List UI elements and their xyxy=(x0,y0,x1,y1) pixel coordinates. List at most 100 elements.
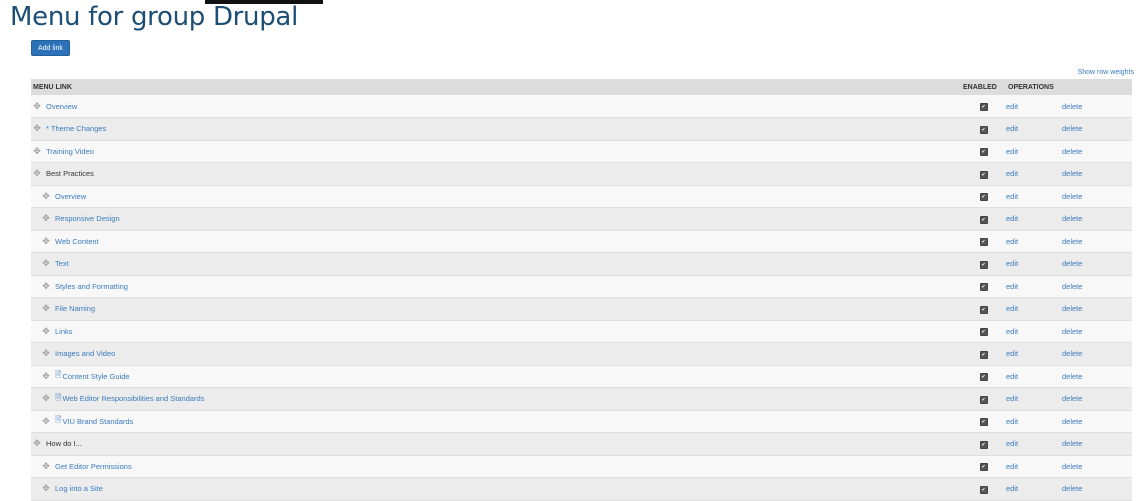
drag-handle-icon[interactable]: ✥ xyxy=(41,371,51,382)
drag-handle-icon[interactable]: ✥ xyxy=(41,281,51,292)
drag-handle-icon[interactable]: ✥ xyxy=(41,303,51,314)
edit-cell: edit xyxy=(1006,342,1062,366)
menu-link[interactable]: * Theme Changes xyxy=(46,124,106,133)
delete-link[interactable]: delete xyxy=(1062,417,1082,426)
delete-cell: delete xyxy=(1062,185,1133,208)
edit-link[interactable]: edit xyxy=(1006,327,1018,336)
show-row-weights-link[interactable]: Show row weights xyxy=(1078,69,1134,76)
menu-link[interactable]: Images and Video xyxy=(55,349,115,358)
drag-handle-icon[interactable]: ✥ xyxy=(41,461,51,472)
edit-link[interactable]: edit xyxy=(1006,372,1018,381)
drag-handle-icon[interactable]: ✥ xyxy=(41,393,51,404)
menu-link[interactable]: Content Style Guide xyxy=(62,372,129,381)
delete-link[interactable]: delete xyxy=(1062,237,1082,246)
delete-link[interactable]: delete xyxy=(1062,349,1082,358)
edit-link[interactable]: edit xyxy=(1006,237,1018,246)
drag-handle-icon[interactable]: ✥ xyxy=(32,438,42,449)
enabled-checkbox[interactable]: ✔ xyxy=(979,305,988,314)
edit-link[interactable]: edit xyxy=(1006,394,1018,403)
enabled-checkbox[interactable]: ✔ xyxy=(979,193,988,202)
delete-link[interactable]: delete xyxy=(1062,394,1082,403)
delete-cell: delete xyxy=(1062,275,1133,298)
menu-link[interactable]: Web Editor Responsibilities and Standard… xyxy=(62,394,204,403)
drag-handle-icon[interactable]: ✥ xyxy=(41,483,51,494)
drag-handle-icon[interactable]: ✥ xyxy=(32,123,42,134)
delete-link[interactable]: delete xyxy=(1062,372,1082,381)
menu-link[interactable]: Log into a Site xyxy=(55,484,103,493)
drag-handle-icon[interactable]: ✥ xyxy=(41,416,51,427)
enabled-checkbox[interactable]: ✔ xyxy=(979,148,988,157)
delete-link[interactable]: delete xyxy=(1062,147,1082,156)
enabled-checkbox[interactable]: ✔ xyxy=(979,440,988,449)
edit-link[interactable]: edit xyxy=(1006,484,1018,493)
enabled-checkbox[interactable]: ✔ xyxy=(979,328,988,337)
enabled-checkbox[interactable]: ✔ xyxy=(979,103,988,111)
delete-link[interactable]: delete xyxy=(1062,282,1082,291)
menu-link[interactable]: Text xyxy=(55,259,69,268)
edit-link[interactable]: edit xyxy=(1006,192,1018,201)
edit-link[interactable]: edit xyxy=(1006,282,1018,291)
drag-handle-icon[interactable]: ✥ xyxy=(41,191,51,202)
edit-link[interactable]: edit xyxy=(1006,439,1018,448)
menu-link[interactable]: Overview xyxy=(55,192,86,201)
table-header-row: MENU LINK ENABLED OPERATIONS xyxy=(31,79,1133,95)
menu-link[interactable]: File Naming xyxy=(55,304,95,313)
edit-link[interactable]: edit xyxy=(1006,304,1018,313)
delete-link[interactable]: delete xyxy=(1062,304,1082,313)
drag-handle-icon[interactable]: ✥ xyxy=(41,258,51,269)
enabled-checkbox[interactable]: ✔ xyxy=(979,215,988,224)
menu-link[interactable]: Overview xyxy=(46,102,77,111)
enabled-checkbox[interactable]: ✔ xyxy=(979,125,988,134)
drag-handle-icon[interactable]: ✥ xyxy=(41,348,51,359)
edit-link[interactable]: edit xyxy=(1006,462,1018,471)
menu-link[interactable]: Links xyxy=(55,327,73,336)
delete-link[interactable]: delete xyxy=(1062,327,1082,336)
delete-link[interactable]: delete xyxy=(1062,439,1082,448)
delete-link[interactable]: delete xyxy=(1062,259,1082,268)
enabled-checkbox[interactable]: ✔ xyxy=(979,418,988,427)
edit-link[interactable]: edit xyxy=(1006,214,1018,223)
menu-link[interactable]: Styles and Formatting xyxy=(55,282,128,291)
menu-links-table: MENU LINK ENABLED OPERATIONS ✥ Overview … xyxy=(31,79,1133,501)
table-row: ✥ Responsive Design ✔ edit delete xyxy=(31,207,1133,231)
add-link-button[interactable]: Add link xyxy=(31,40,70,56)
enabled-checkbox[interactable]: ✔ xyxy=(979,283,988,292)
enabled-checkbox[interactable]: ✔ xyxy=(979,350,988,359)
edit-link[interactable]: edit xyxy=(1006,259,1018,268)
delete-link[interactable]: delete xyxy=(1062,484,1082,493)
edit-link[interactable]: edit xyxy=(1006,124,1018,133)
menu-link[interactable]: How do I... xyxy=(46,439,82,448)
edit-link[interactable]: edit xyxy=(1006,417,1018,426)
enabled-checkbox[interactable]: ✔ xyxy=(979,260,988,269)
drag-handle-icon[interactable]: ✥ xyxy=(41,213,51,224)
menu-link[interactable]: Get Editor Permissions xyxy=(55,462,132,471)
menu-link[interactable]: Responsive Design xyxy=(55,214,120,223)
menu-link[interactable]: Web Content xyxy=(55,237,99,246)
delete-link[interactable]: delete xyxy=(1062,462,1082,471)
enabled-checkbox[interactable]: ✔ xyxy=(979,373,988,382)
menu-link[interactable]: Training Video xyxy=(46,147,94,156)
menu-link[interactable]: VIU Brand Standards xyxy=(62,417,133,426)
drag-handle-icon[interactable]: ✥ xyxy=(41,236,51,247)
edit-link[interactable]: edit xyxy=(1006,169,1018,178)
drag-handle-icon[interactable]: ✥ xyxy=(32,146,42,157)
delete-link[interactable]: delete xyxy=(1062,124,1082,133)
menu-link-cell: ✥ Overview xyxy=(31,95,961,118)
enabled-checkbox[interactable]: ✔ xyxy=(979,463,988,472)
drag-handle-icon[interactable]: ✥ xyxy=(32,101,42,112)
edit-link[interactable]: edit xyxy=(1006,349,1018,358)
delete-link[interactable]: delete xyxy=(1062,192,1082,201)
drag-handle-icon[interactable]: ✥ xyxy=(32,168,42,179)
edit-link[interactable]: edit xyxy=(1006,102,1018,111)
menu-link[interactable]: Best Practices xyxy=(46,169,94,178)
drag-handle-icon[interactable]: ✥ xyxy=(41,326,51,337)
enabled-checkbox[interactable]: ✔ xyxy=(979,485,988,494)
delete-link[interactable]: delete xyxy=(1062,102,1082,111)
delete-cell: delete xyxy=(1062,162,1133,186)
delete-link[interactable]: delete xyxy=(1062,169,1082,178)
delete-link[interactable]: delete xyxy=(1062,214,1082,223)
enabled-checkbox[interactable]: ✔ xyxy=(979,238,988,247)
enabled-checkbox[interactable]: ✔ xyxy=(979,170,988,179)
edit-link[interactable]: edit xyxy=(1006,147,1018,156)
enabled-checkbox[interactable]: ✔ xyxy=(979,395,988,404)
